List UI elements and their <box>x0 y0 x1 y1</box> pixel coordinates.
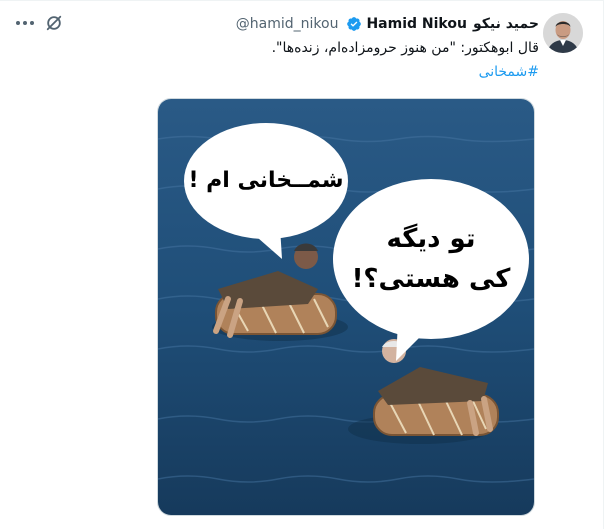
verified-badge-icon <box>346 16 362 32</box>
tweet-image[interactable]: شمــخانی ام ! تو دیگه کی هستی؟! <box>157 98 535 516</box>
bubble-2-line1: تو دیگه <box>386 223 475 254</box>
bubble-1-text: شمــخانی ام ! <box>188 168 343 193</box>
tweet-header: حمید نیکو Hamid Nikou @hamid_nikou <box>236 14 539 34</box>
top-divider <box>0 0 604 1</box>
grok-icon[interactable] <box>44 13 64 33</box>
more-icon[interactable] <box>14 14 36 32</box>
author-name-en[interactable]: Hamid Nikou <box>366 16 466 32</box>
author-name-fa[interactable]: حمید نیکو <box>473 16 539 32</box>
tweet-text: قال ابوهکتور: "من هنوز حرومزاده‌ام، زنده… <box>271 40 539 56</box>
author-handle[interactable]: @hamid_nikou <box>236 16 339 32</box>
hashtag-link[interactable]: #شمخانی <box>479 62 539 82</box>
bubble-2-line2: کی هستی؟! <box>352 264 512 294</box>
avatar[interactable] <box>543 13 583 53</box>
